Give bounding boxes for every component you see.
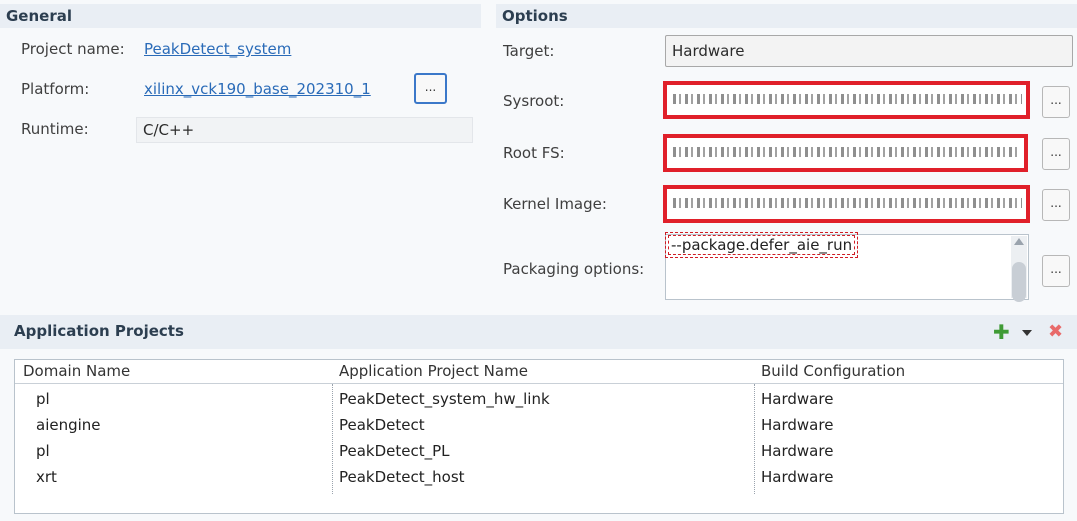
rootfs-label: Root FS: xyxy=(503,144,565,162)
sysroot-browse-button[interactable]: ... xyxy=(1042,86,1070,118)
packaging-scrollbar[interactable] xyxy=(1011,236,1027,302)
build-config-cell: Hardware xyxy=(761,442,834,460)
redacted-path xyxy=(673,198,1022,208)
project-name-label: Project name: xyxy=(21,40,125,58)
platform-label: Platform: xyxy=(21,80,90,98)
sysroot-field[interactable] xyxy=(663,81,1030,119)
table-row[interactable]: xrt PeakDetect_host Hardware xyxy=(15,465,1063,491)
packaging-options-label: Packaging options: xyxy=(503,260,645,278)
project-name-link[interactable]: PeakDetect_system xyxy=(144,40,291,58)
table-row[interactable]: aiengine PeakDetect Hardware xyxy=(15,413,1063,439)
target-field[interactable]: Hardware xyxy=(665,35,1073,67)
application-projects-table: Domain Name Application Project Name Bui… xyxy=(14,359,1064,514)
runtime-field: C/C++ xyxy=(136,117,473,143)
app-project-cell: PeakDetect_system_hw_link xyxy=(339,390,550,408)
remove-icon[interactable]: ✖ xyxy=(1048,323,1063,341)
scroll-up-icon[interactable] xyxy=(1014,238,1024,245)
target-label: Target: xyxy=(503,42,555,60)
domain-cell: pl xyxy=(36,442,50,460)
app-project-cell: PeakDetect_host xyxy=(339,468,465,486)
table-header: Domain Name Application Project Name Bui… xyxy=(15,360,1063,384)
table-row[interactable]: pl PeakDetect_PL Hardware xyxy=(15,439,1063,465)
plus-icon[interactable]: ✚ xyxy=(993,322,1010,342)
rootfs-field[interactable] xyxy=(663,134,1028,172)
table-row[interactable]: pl PeakDetect_system_hw_link Hardware xyxy=(15,387,1063,413)
scroll-thumb[interactable] xyxy=(1012,262,1026,302)
column-header-app-project[interactable]: Application Project Name xyxy=(339,362,528,380)
packaging-options-textarea[interactable]: --package.defer_aie_run xyxy=(664,232,1029,302)
options-section-header: Options xyxy=(496,4,1077,28)
packaging-browse-button[interactable]: ... xyxy=(1042,255,1070,287)
column-header-domain[interactable]: Domain Name xyxy=(23,362,130,380)
redacted-path xyxy=(673,147,1020,157)
rootfs-browse-button[interactable]: ... xyxy=(1042,138,1070,170)
general-section-header: General xyxy=(0,4,481,28)
domain-cell: aiengine xyxy=(36,416,101,434)
column-header-build-config[interactable]: Build Configuration xyxy=(761,362,905,380)
app-project-cell: PeakDetect xyxy=(339,416,425,434)
app-project-cell: PeakDetect_PL xyxy=(339,442,450,460)
application-projects-title: Application Projects xyxy=(14,322,184,340)
build-config-cell: Hardware xyxy=(761,416,834,434)
platform-browse-button[interactable]: ... xyxy=(414,73,447,104)
packaging-options-value: --package.defer_aie_run xyxy=(664,232,859,258)
redacted-path xyxy=(673,94,1022,104)
runtime-label: Runtime: xyxy=(21,120,89,138)
domain-cell: pl xyxy=(36,390,50,408)
application-projects-header: Application Projects ✚ ✖ xyxy=(0,315,1077,349)
build-config-cell: Hardware xyxy=(761,468,834,486)
kernel-image-label: Kernel Image: xyxy=(503,195,607,213)
platform-link[interactable]: xilinx_vck190_base_202310_1 xyxy=(144,80,371,98)
dropdown-icon[interactable] xyxy=(1022,330,1032,336)
sysroot-label: Sysroot: xyxy=(503,92,565,110)
kernel-browse-button[interactable]: ... xyxy=(1042,189,1070,221)
domain-cell: xrt xyxy=(36,468,57,486)
build-config-cell: Hardware xyxy=(761,390,834,408)
kernel-image-field[interactable] xyxy=(663,185,1030,223)
